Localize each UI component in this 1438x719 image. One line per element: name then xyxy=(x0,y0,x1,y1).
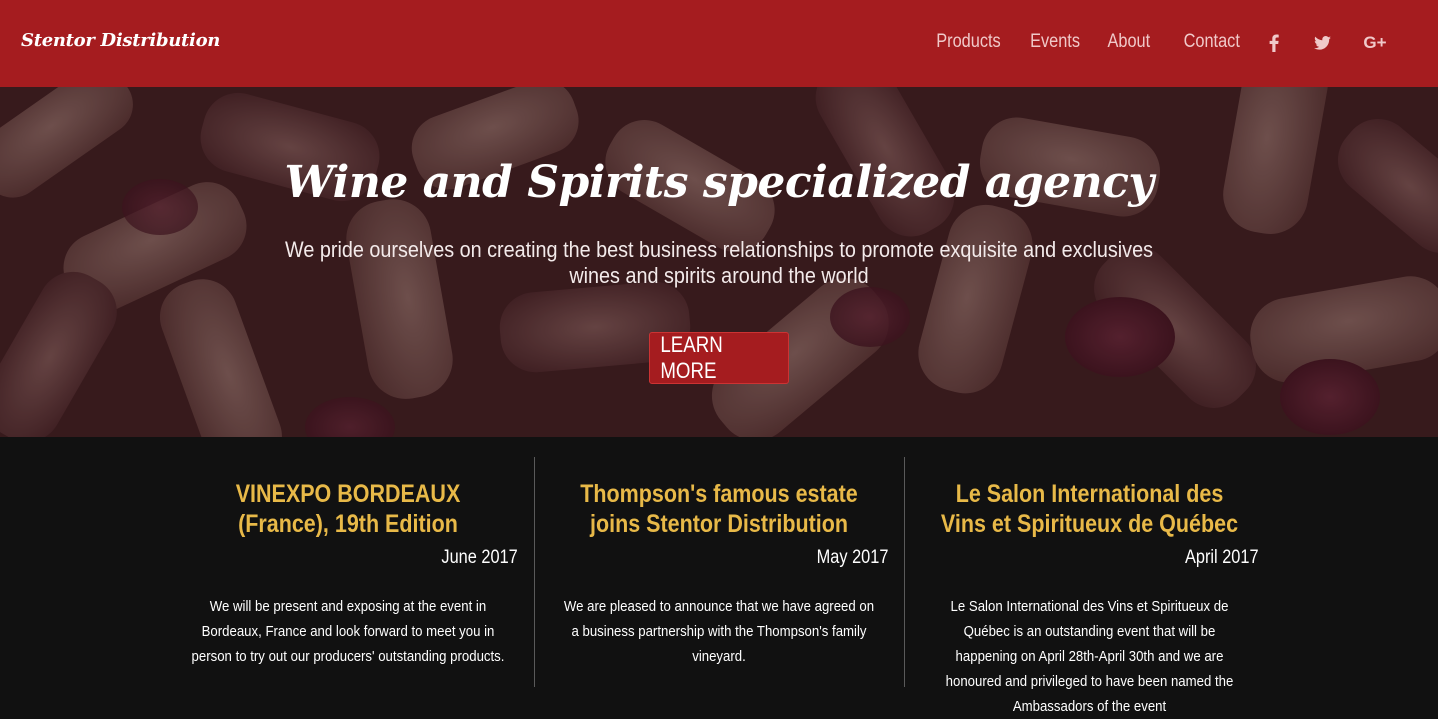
brand-logo[interactable]: Stentor Distribution xyxy=(21,30,220,51)
news-item: Le Salon International des Vins et Spiri… xyxy=(904,457,1274,715)
news-date: May 2017 xyxy=(816,547,888,568)
news-title[interactable]: Le Salon International des Vins et Spiri… xyxy=(939,479,1239,539)
news-date: June 2017 xyxy=(441,547,518,568)
news-title[interactable]: Thompson's famous estate joins Stentor D… xyxy=(569,479,868,539)
top-navbar: Stentor Distribution Products Events Abo… xyxy=(0,0,1438,87)
nav-item-contact[interactable]: Contact xyxy=(1184,31,1240,53)
facebook-icon[interactable] xyxy=(1262,32,1286,54)
nav-item-products[interactable]: Products xyxy=(936,31,1000,53)
hero-subtitle: We pride ourselves on creating the best … xyxy=(284,237,1154,288)
nav-item-about[interactable]: About xyxy=(1107,31,1150,53)
twitter-icon[interactable] xyxy=(1310,32,1334,54)
news-text: We are pleased to announce that we have … xyxy=(563,598,875,665)
news-section: VINEXPO BORDEAUX (France), 19th Edition … xyxy=(0,437,1438,715)
hero-banner: Wine and Spirits specialized agency We p… xyxy=(0,87,1438,437)
news-item: VINEXPO BORDEAUX (France), 19th Edition … xyxy=(163,457,533,687)
google-plus-icon[interactable]: G+ xyxy=(1363,32,1387,54)
news-title[interactable]: VINEXPO BORDEAUX (France), 19th Edition xyxy=(198,479,499,539)
news-date: April 2017 xyxy=(1185,547,1259,568)
hero-title: Wine and Spirits specialized agency xyxy=(284,157,1154,208)
news-text: We will be present and exposing at the e… xyxy=(191,598,505,665)
learn-more-button[interactable]: LEARN MORE xyxy=(649,332,789,384)
news-item: Thompson's famous estate joins Stentor D… xyxy=(534,457,903,687)
news-text: Le Salon International des Vins et Spiri… xyxy=(945,598,1234,715)
nav-item-events[interactable]: Events xyxy=(1030,31,1080,53)
